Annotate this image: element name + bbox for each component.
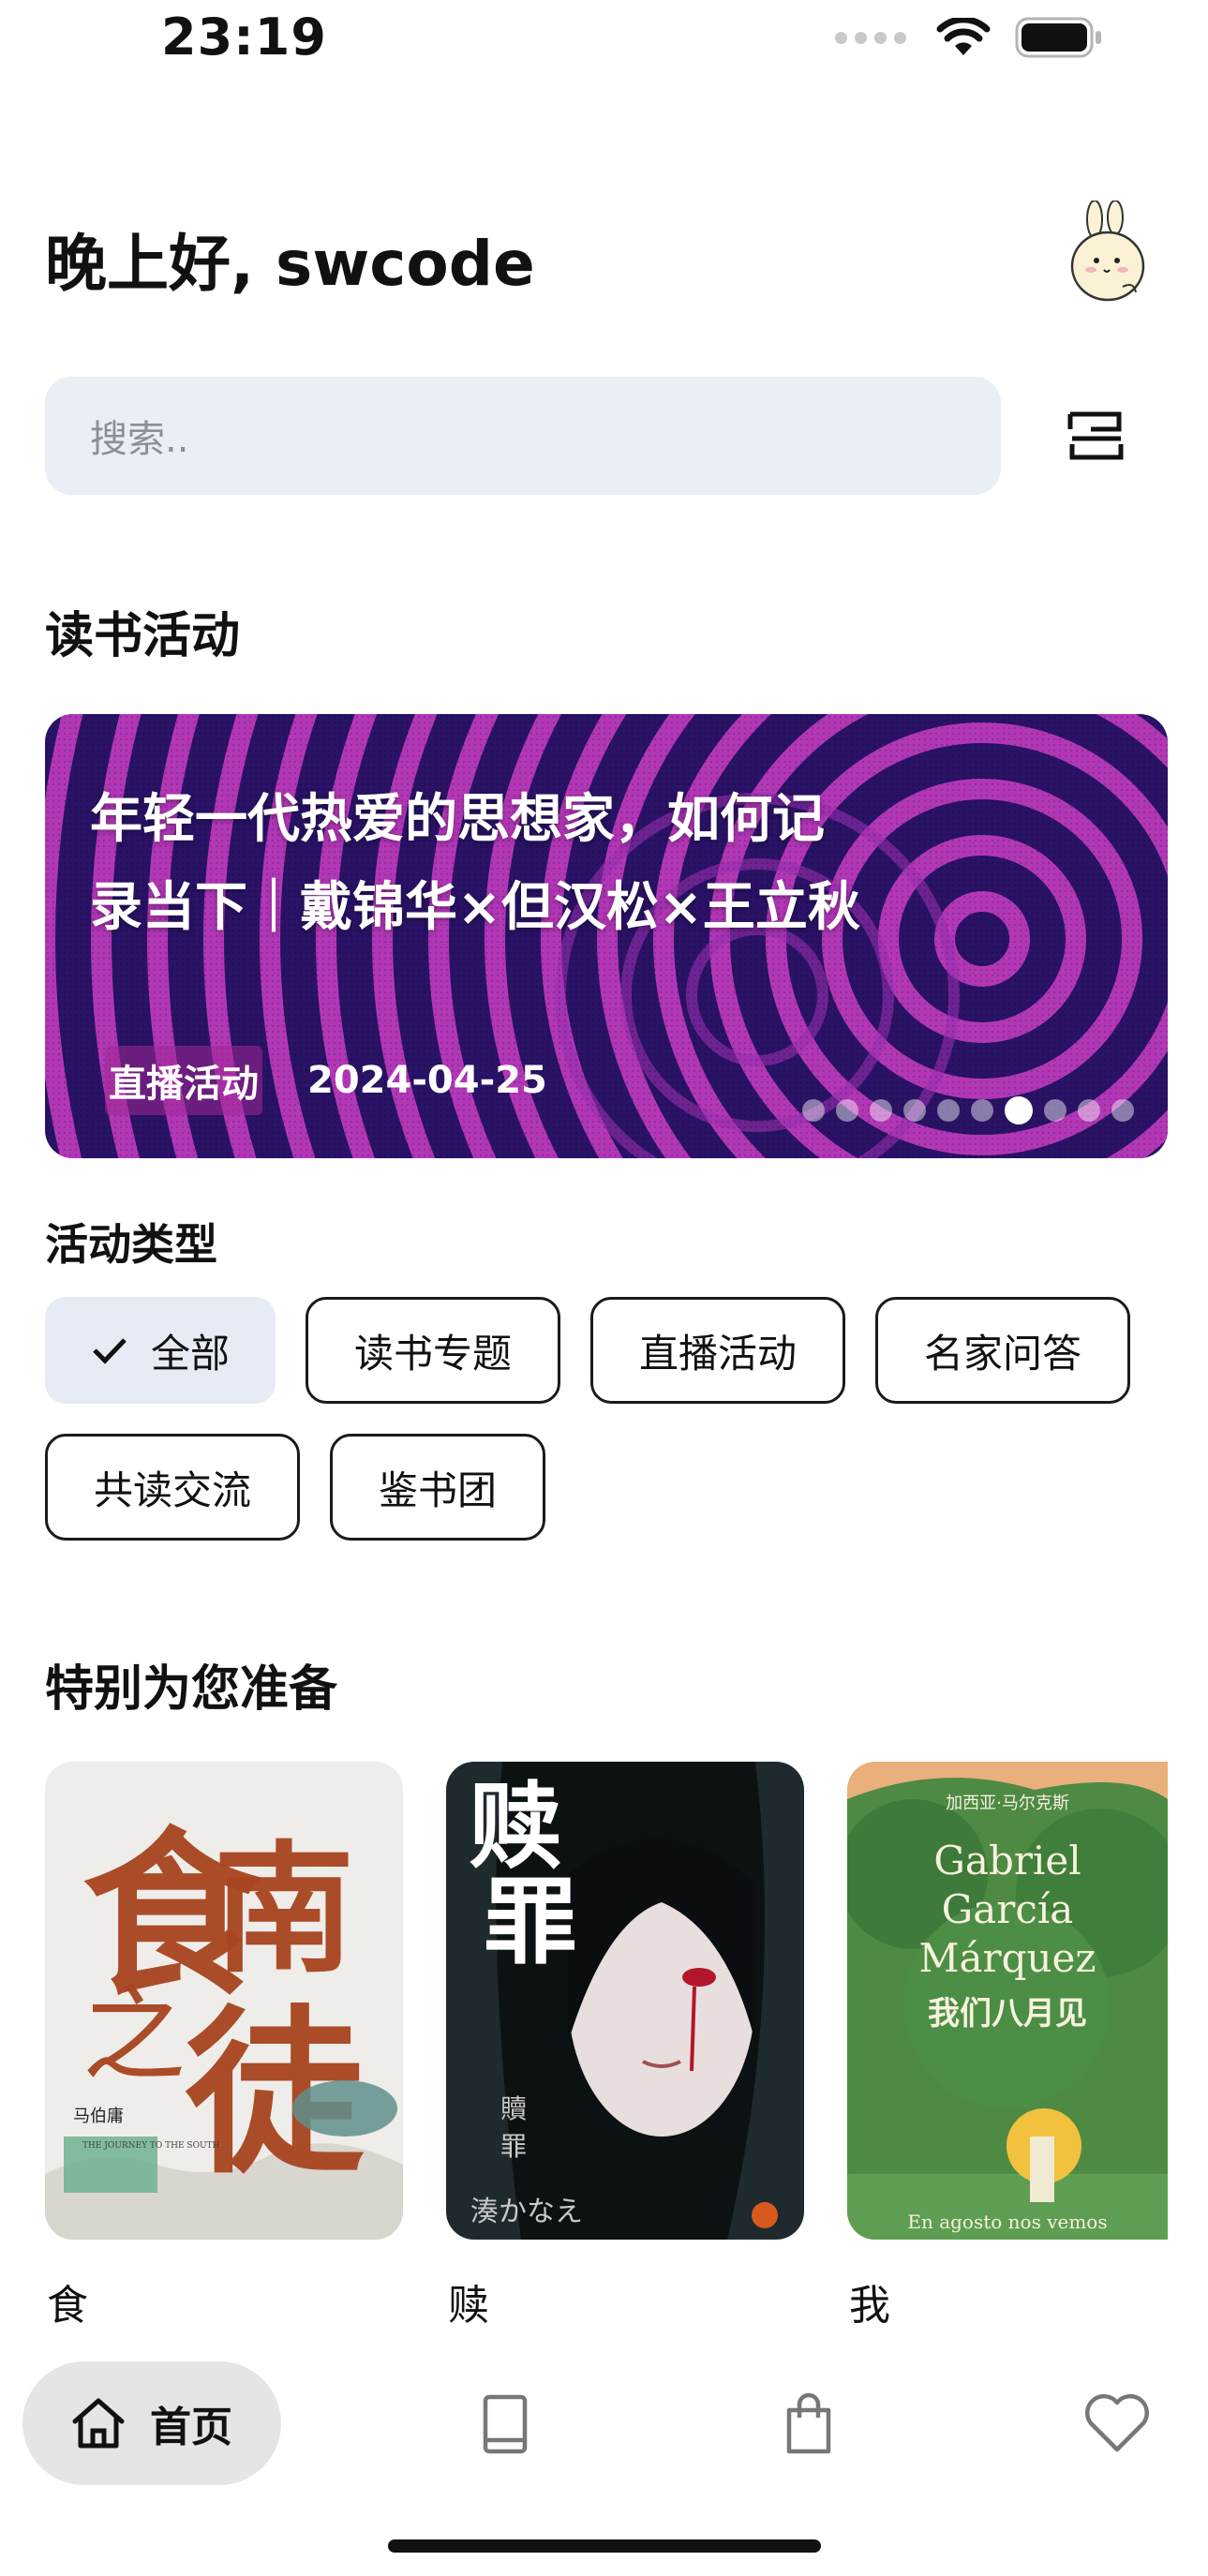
activity-banner[interactable]: 年轻一代热爱的思想家，如何记 录当下｜戴锦华×但汉松×王立秋 直播活动 2024… bbox=[45, 714, 1168, 1158]
cellular-signal-icon bbox=[835, 31, 906, 44]
banner-date: 2024-04-25 bbox=[307, 1059, 547, 1102]
pagination-dot-active[interactable] bbox=[1005, 1096, 1033, 1124]
cover-author: 马伯庸 bbox=[73, 2107, 124, 2126]
book-cover[interactable]: 食 南 之 徒 马伯庸 THE JOURNEY TO THE SOUTH bbox=[45, 1762, 403, 2240]
chip-all[interactable]: 全部 bbox=[45, 1297, 276, 1404]
svg-text:赎: 赎 bbox=[469, 1771, 562, 1882]
status-time: 23:19 bbox=[161, 7, 327, 67]
book-icon[interactable] bbox=[472, 2391, 538, 2457]
banner-title-line1: 年轻一代热爱的思想家，如何记 bbox=[90, 789, 825, 850]
battery-icon bbox=[1015, 17, 1101, 58]
app-screen: 23:19 晚上好, swcode 搜索.. 读书活动 年轻一代热爱的思想家，如… bbox=[0, 0, 1208, 2576]
chip-live[interactable]: 直播活动 bbox=[590, 1297, 845, 1404]
heart-icon[interactable] bbox=[1081, 2391, 1153, 2457]
section-title-recommended: 特别为您准备 bbox=[45, 1661, 338, 1718]
cover-author: 加西亚·马尔克斯 bbox=[946, 1794, 1069, 1813]
cover-glyph: 之 bbox=[82, 1975, 186, 2095]
cover-author: 湊かなえ bbox=[470, 2196, 583, 2228]
nav-home[interactable]: 首页 bbox=[22, 2361, 281, 2485]
book-cover[interactable]: 赎 罪 贖 罪 湊かなえ bbox=[446, 1762, 804, 2240]
svg-text:罪: 罪 bbox=[500, 2131, 527, 2162]
svg-text:罪: 罪 bbox=[484, 1867, 577, 1977]
pagination-dot[interactable] bbox=[971, 1099, 993, 1122]
cover-main-title: 我们八月见 bbox=[928, 1995, 1087, 2033]
section-title-activity-types: 活动类型 bbox=[45, 1219, 217, 1270]
chip-reading-topic[interactable]: 读书专题 bbox=[306, 1297, 560, 1404]
pagination-dot[interactable] bbox=[870, 1099, 892, 1122]
book-cover-art: 加西亚·马尔克斯 Gabriel García Márquez 我们八月见 En… bbox=[847, 1762, 1168, 2240]
home-icon bbox=[72, 2398, 125, 2449]
wifi-icon bbox=[936, 18, 991, 55]
cover-spanish-title: En agosto nos vemos bbox=[907, 2211, 1107, 2233]
book-label: 食 bbox=[47, 2282, 88, 2330]
chip-label: 直播活动 bbox=[638, 1330, 797, 1377]
cover-glyph: 南 bbox=[214, 1827, 354, 1992]
filter-icon[interactable] bbox=[1066, 407, 1125, 465]
chip-review-group[interactable]: 鉴书团 bbox=[330, 1434, 545, 1541]
svg-text:Márquez: Márquez bbox=[918, 1935, 1096, 1981]
banner-title: 年轻一代热爱的思想家，如何记 录当下｜戴锦华×但汉松×王立秋 bbox=[90, 776, 1008, 952]
cover-english-title: THE JOURNEY TO THE SOUTH bbox=[82, 2141, 220, 2151]
banner-title-line2: 录当下｜戴锦华×但汉松×王立秋 bbox=[90, 877, 860, 938]
book-cover-art: 食 南 之 徒 马伯庸 THE JOURNEY TO THE SOUTH bbox=[45, 1762, 403, 2240]
search-placeholder: 搜索.. bbox=[90, 418, 189, 461]
section-title-activities: 读书活动 bbox=[45, 608, 241, 664]
chip-co-reading[interactable]: 共读交流 bbox=[45, 1434, 300, 1541]
greeting-title: 晚上好, swcode bbox=[45, 228, 535, 300]
book-cover[interactable]: 加西亚·马尔克斯 Gabriel García Márquez 我们八月见 En… bbox=[847, 1762, 1168, 2240]
banner-meta: 直播活动 2024-04-25 bbox=[105, 1046, 547, 1115]
book-label: 赎 bbox=[448, 2282, 489, 2330]
nav-home-label: 首页 bbox=[150, 2404, 232, 2451]
cover-english-title: Gabriel García Márquez bbox=[918, 1838, 1096, 1981]
chip-label: 读书专题 bbox=[353, 1330, 512, 1377]
search-input[interactable]: 搜索.. bbox=[45, 377, 1001, 495]
book-cover-art: 赎 罪 贖 罪 湊かなえ bbox=[446, 1762, 804, 2240]
pagination-dot[interactable] bbox=[836, 1099, 858, 1122]
cover-main-title: 赎 罪 bbox=[469, 1771, 577, 1977]
avatar[interactable] bbox=[1066, 201, 1151, 305]
svg-text:Gabriel: Gabriel bbox=[933, 1838, 1081, 1884]
check-icon bbox=[93, 1338, 127, 1364]
pagination-dot[interactable] bbox=[1111, 1099, 1134, 1122]
svg-text:García: García bbox=[942, 1886, 1074, 1932]
chip-label: 鉴书团 bbox=[378, 1467, 497, 1513]
banner-tag: 直播活动 bbox=[105, 1046, 262, 1115]
shopping-bag-icon[interactable] bbox=[776, 2391, 842, 2457]
chip-expert-qa[interactable]: 名家问答 bbox=[875, 1297, 1130, 1404]
pagination-dot[interactable] bbox=[1078, 1099, 1100, 1122]
chip-label: 全部 bbox=[150, 1330, 230, 1377]
svg-text:贖: 贖 bbox=[500, 2093, 527, 2124]
pagination-dot[interactable] bbox=[903, 1099, 926, 1122]
book-label: 我 bbox=[849, 2282, 890, 2330]
pagination-dot[interactable] bbox=[802, 1099, 825, 1122]
chip-label: 名家问答 bbox=[923, 1330, 1081, 1377]
status-icons bbox=[835, 17, 1103, 58]
home-indicator bbox=[388, 2539, 821, 2553]
chip-label: 共读交流 bbox=[93, 1467, 251, 1513]
pagination-dot[interactable] bbox=[1044, 1099, 1066, 1122]
banner-pagination[interactable] bbox=[802, 1096, 1134, 1124]
pagination-dot[interactable] bbox=[937, 1099, 960, 1122]
